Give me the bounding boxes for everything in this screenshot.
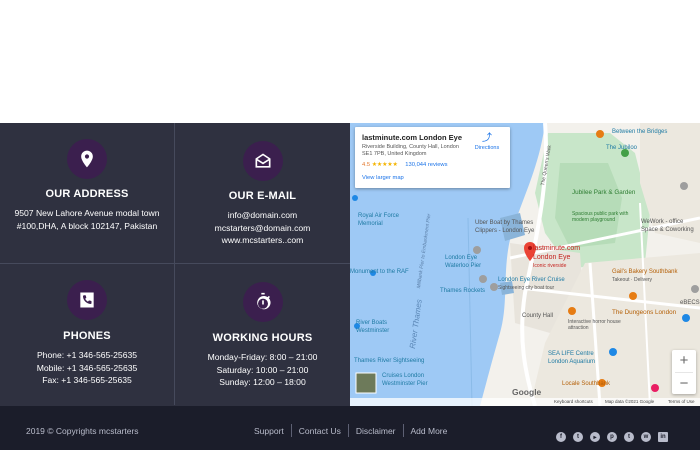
- map-label-jubilee-park: Jubilee Park & Garden: [572, 189, 636, 196]
- map-label-ebecs: eBECS: [680, 300, 700, 306]
- phones-text: Phone: +1 346-565-25635 Mobile: +1 346-5…: [0, 349, 174, 387]
- footer-link-support[interactable]: Support: [254, 426, 291, 437]
- contact-grid: OUR ADDRESS 9507 New Lahore Avenue modal…: [0, 123, 350, 406]
- email-card: OUR E-MAIL info@domain.com mcstarters@do…: [175, 123, 350, 264]
- map-label-sealife: SEA LIFE Centre: [548, 351, 594, 357]
- tumblr-icon[interactable]: t: [624, 432, 634, 442]
- hours-text: Monday-Friday: 8:00 – 21:00 Saturday: 10…: [175, 351, 350, 389]
- map-label-aquarium: London Aquarium: [548, 359, 596, 365]
- map-label-river-cruise-sub: Sightseeing city boat tour: [498, 285, 555, 291]
- map-label-uber-boat: Uber Boat by Thames: [475, 220, 534, 226]
- directions-label: Directions: [474, 145, 500, 151]
- location-pin-icon: [67, 139, 107, 179]
- map-label-london-eye[interactable]: London Eye: [533, 254, 570, 261]
- address-text: 9507 New Lahore Avenue modal town #100,D…: [0, 207, 174, 232]
- phones-card: PHONES Phone: +1 346-565-25635 Mobile: +…: [0, 264, 175, 405]
- pinterest-icon[interactable]: p: [607, 432, 617, 442]
- rating-value: 4.5: [362, 162, 371, 168]
- address-card: OUR ADDRESS 9507 New Lahore Avenue modal…: [0, 123, 175, 264]
- map-zoom-control: + −: [672, 350, 696, 394]
- sunday-hours: Sunday: 12:00 – 18:00: [219, 377, 306, 387]
- map-label-river-cruise: London Eye River Cruise: [498, 277, 565, 283]
- wechat-icon[interactable]: w: [641, 432, 651, 442]
- map-label-westminster: Westminster: [356, 328, 390, 334]
- map-label-locale: Locale Southbank: [562, 381, 611, 387]
- footer-link-add-more[interactable]: Add More: [404, 426, 455, 437]
- zoom-out-button[interactable]: −: [672, 373, 696, 395]
- email-text: info@domain.com mcstarters@domain.com ww…: [175, 209, 350, 247]
- map-label-between-bridges: Between the Bridges: [612, 129, 668, 135]
- map-label-wework: WeWork - office: [641, 219, 684, 225]
- reviews-link[interactable]: 130,044 reviews: [405, 162, 447, 168]
- email-line-1[interactable]: info@domain.com: [175, 209, 350, 222]
- map-label-gails: Gail's Bakery Southbank: [612, 269, 678, 275]
- keyboard-shortcuts-link[interactable]: Keyboard shortcuts: [554, 399, 593, 404]
- directions-icon: ⤴: [482, 133, 492, 144]
- map-label-monument-raf: Monument to the RAF: [350, 269, 409, 275]
- footer: 2019 © Copyrights mcstarters Support Con…: [0, 406, 700, 450]
- map-label-gails-sub: Takeout · Delivery: [612, 277, 653, 283]
- mobile-line[interactable]: Mobile: +1 346-565-25635: [0, 362, 174, 375]
- terms-link[interactable]: Terms of Use: [668, 399, 695, 404]
- rating-stars: ★★★★★: [371, 162, 398, 168]
- youtube-icon[interactable]: ▸: [590, 432, 600, 442]
- stopwatch-icon: [242, 282, 283, 322]
- page: OUR ADDRESS 9507 New Lahore Avenue modal…: [0, 0, 700, 450]
- map-label-london-eye-pier: London Eye: [445, 255, 478, 261]
- map-label-wework-2: Space & Coworking: [641, 227, 694, 233]
- view-larger-map-link[interactable]: View larger map: [362, 175, 404, 181]
- email-title: OUR E-MAIL: [228, 190, 297, 202]
- twitter-icon[interactable]: t: [573, 432, 583, 442]
- map-label-jubiloo: The Jubiloo: [606, 145, 638, 151]
- map-data-text: Map data ©2021 Google: [605, 399, 655, 404]
- map-label-iconic: Iconic riverside: [533, 263, 567, 269]
- map-info-address: Riverside Building, County Hall, London …: [362, 144, 459, 157]
- map-label-clippers: Clippers - London Eye: [475, 228, 535, 234]
- map-label-waterloo-pier: Waterloo Pier: [445, 263, 482, 269]
- weekday-hours: Monday-Friday: 8:00 – 21:00: [207, 352, 318, 362]
- social-icons: f t ▸ p t w in: [556, 432, 675, 442]
- map-info-rating: 4.5 ★★★★★ 130,044 reviews: [362, 162, 448, 168]
- directions-button[interactable]: ⤴ Directions: [472, 133, 502, 151]
- facebook-icon[interactable]: f: [556, 432, 566, 442]
- map-attribution-bar: Keyboard shortcuts Map data ©2021 Google…: [350, 398, 700, 406]
- google-logo: Google: [512, 387, 542, 397]
- hours-card: WORKING HOURS Monday-Friday: 8:00 – 21:0…: [175, 264, 350, 405]
- fax-line: Fax: +1 346-565-25635: [42, 375, 132, 385]
- map-label-royal-air-force: Royal Air Force: [358, 213, 400, 219]
- envelope-icon: [242, 141, 283, 181]
- map-label-thames-rockets: Thames Rockets: [440, 288, 486, 294]
- address-line-1: 9507 New Lahore Avenue modal town: [14, 208, 160, 218]
- saturday-hours: Saturday: 10:00 – 21:00: [216, 364, 309, 375]
- copyright-text: 2019 © Copyrights mcstarters: [26, 426, 139, 436]
- hours-title: WORKING HOURS: [212, 332, 313, 344]
- map-label-westminster-pier: Westminster Pier: [382, 381, 428, 387]
- map-info-title: lastminute.com London Eye: [362, 133, 463, 142]
- email-line-2[interactable]: mcstarters@domain.com: [175, 222, 350, 235]
- map-label-jubilee-park-sub: Spacious public park with modern playgro…: [572, 211, 629, 223]
- footer-links: Support Contact Us Disclaimer Add More: [254, 424, 455, 437]
- map-label-county-hall: County Hall: [522, 313, 554, 319]
- linkedin-icon[interactable]: in: [658, 432, 668, 442]
- map-label-sightseeing: Thames River Sightseeing: [354, 358, 425, 364]
- phone-line[interactable]: Phone: +1 346-565-25635: [0, 349, 174, 362]
- footer-link-contact-us[interactable]: Contact Us: [292, 426, 348, 437]
- map-label-cruises: Cruises London: [382, 373, 425, 379]
- map-label-lastminute[interactable]: lastminute.com: [533, 245, 580, 252]
- zoom-in-button[interactable]: +: [672, 350, 696, 372]
- map-label-river-boats: River Boats: [356, 320, 388, 326]
- map-label-dungeons-sub: Interactive horror house attraction: [568, 319, 621, 331]
- map-label-memorial: Memorial: [358, 221, 383, 227]
- phones-title: PHONES: [63, 330, 111, 342]
- map-label-dungeons: The Dungeons London: [612, 309, 677, 316]
- address-line-2: #100,DHA, A block 102147, Pakistan: [16, 220, 158, 231]
- website-line[interactable]: www.mcstarters..com: [175, 234, 350, 247]
- map-info-card: lastminute.com London Eye Riverside Buil…: [355, 127, 510, 188]
- phone-icon: [67, 280, 107, 320]
- contact-section: OUR ADDRESS 9507 New Lahore Avenue modal…: [0, 123, 700, 406]
- address-title: OUR ADDRESS: [45, 188, 129, 200]
- footer-link-disclaimer[interactable]: Disclaimer: [349, 426, 403, 437]
